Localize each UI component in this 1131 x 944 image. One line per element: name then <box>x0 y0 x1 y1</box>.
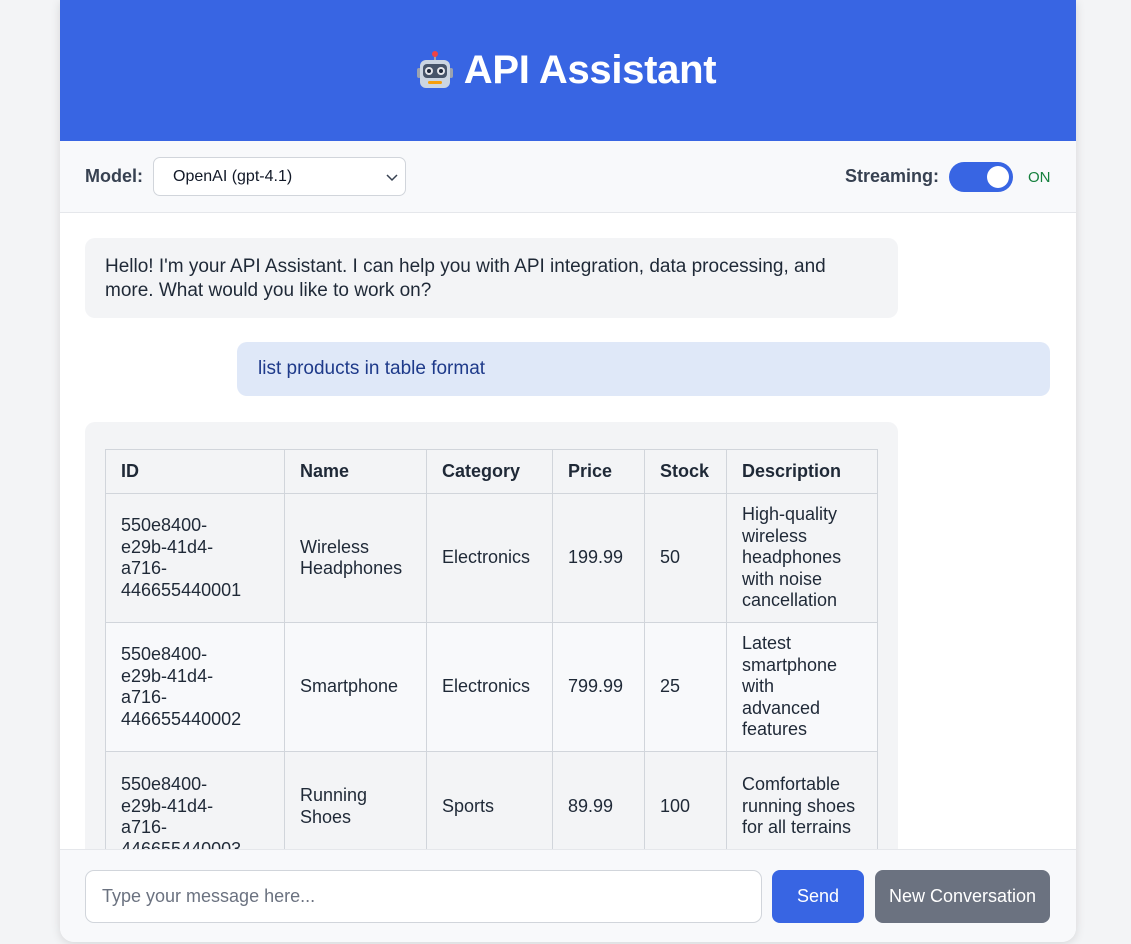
cell-line: 446655440002 <box>121 708 242 729</box>
cell-line: cancellation <box>742 590 838 611</box>
cell-description: Latest smartphone with advanced features <box>726 622 878 752</box>
model-label: Model: <box>85 166 143 186</box>
table-row: 550e8400- e29b-41d4- a716- 446655440003 … <box>105 751 878 850</box>
toggle-knob <box>987 166 1009 188</box>
cell-stock: 100 <box>644 751 727 849</box>
products-table: ID Name Category Price Stock Description… <box>105 449 878 849</box>
cell-line: features <box>742 719 808 740</box>
cell-stock: 50 <box>644 493 727 623</box>
column-header-category: Category <box>426 449 553 494</box>
cell-line: Latest <box>742 633 792 654</box>
streaming-label: Streaming: <box>845 166 940 186</box>
cell-line: e29b-41d4- <box>121 795 214 816</box>
cell-price: 89.99 <box>552 751 645 849</box>
cell-category: Electronics <box>426 493 553 623</box>
streaming-toggle[interactable] <box>949 162 1013 192</box>
assistant-message: Hello! I'm your API Assistant. I can hel… <box>85 238 898 318</box>
streaming-state: ON <box>1028 169 1051 186</box>
column-header-description: Description <box>726 449 878 494</box>
cell-id: 550e8400- e29b-41d4- a716- 446655440001 <box>105 493 285 623</box>
user-message: list products in table format <box>237 342 1050 396</box>
column-header-price: Price <box>552 449 645 494</box>
cell-id: 550e8400- e29b-41d4- a716- 446655440002 <box>105 622 285 752</box>
cell-line: Headphones <box>300 558 403 578</box>
cell-line: e29b-41d4- <box>121 536 214 557</box>
cell-line: e29b-41d4- <box>121 665 214 686</box>
cell-name: Smartphone <box>284 622 427 752</box>
cell-description: High-quality wireless headphones with no… <box>726 493 878 623</box>
cell-line: Smartphone <box>300 676 399 697</box>
robot-icon <box>416 50 454 91</box>
cell-line: 550e8400- <box>121 515 208 535</box>
cell-line: with noise <box>742 568 823 589</box>
model-select[interactable]: OpenAI (gpt-4.1) <box>153 157 406 196</box>
new-conversation-button[interactable]: New Conversation <box>875 870 1050 923</box>
cell-line: High-quality <box>742 504 838 525</box>
message-composer: Send New Conversation <box>60 849 1076 942</box>
page-title-group: API Assistant <box>416 48 717 93</box>
cell-line: a716- <box>121 558 168 578</box>
cell-price: 199.99 <box>552 493 645 623</box>
cell-line: 100 <box>660 796 691 816</box>
message-input[interactable] <box>85 870 762 923</box>
cell-line: 550e8400- <box>121 774 208 794</box>
column-header-id: ID <box>105 449 285 494</box>
send-button[interactable]: Send <box>772 870 864 923</box>
cell-name: Running Shoes <box>284 751 427 849</box>
cell-category: Sports <box>426 751 553 849</box>
cell-description: Comfortable running shoes for all terrai… <box>726 751 878 849</box>
chat-messages[interactable]: Hello! I'm your API Assistant. I can hel… <box>60 213 1076 849</box>
table-header-row: ID Name Category Price Stock Description <box>105 449 878 494</box>
cell-id: 550e8400- e29b-41d4- a716- 446655440003 <box>105 751 285 850</box>
cell-line: 89.99 <box>568 796 614 816</box>
cell-line: 446655440001 <box>121 579 242 600</box>
cell-line: advanced <box>742 697 821 718</box>
cell-line: headphones <box>742 547 842 568</box>
cell-line: Comfortable <box>742 774 841 794</box>
cell-line: with <box>742 676 775 697</box>
model-select-value: OpenAI (gpt-4.1) <box>173 168 293 185</box>
cell-line: wireless <box>742 525 808 546</box>
cell-line: Shoes <box>300 806 352 827</box>
column-header-stock: Stock <box>644 449 727 494</box>
cell-name: Wireless Headphones <box>284 493 427 623</box>
cell-line: Running <box>300 785 368 805</box>
cell-line: a716- <box>121 817 168 837</box>
cell-stock: 25 <box>644 622 727 752</box>
cell-line: for all terrains <box>742 817 852 837</box>
column-header-name: Name <box>284 449 427 494</box>
cell-line: running shoes <box>742 795 856 816</box>
cell-line: 550e8400- <box>121 644 208 664</box>
cell-line: 446655440003 <box>121 838 242 850</box>
chevron-down-icon <box>386 174 398 182</box>
page-title: API Assistant <box>463 48 717 92</box>
table-row: 550e8400- e29b-41d4- a716- 446655440002 … <box>105 622 878 752</box>
header: API Assistant <box>60 0 1076 141</box>
settings-toolbar: Model: OpenAI (gpt-4.1) Streaming: ON <box>60 141 1076 213</box>
app-window: API Assistant Model: OpenAI (gpt-4.1) St… <box>60 0 1076 942</box>
assistant-table-message: ID Name Category Price Stock Description… <box>85 422 898 849</box>
cell-line: Sports <box>442 796 495 816</box>
table-row: 550e8400- e29b-41d4- a716- 446655440001 … <box>105 493 878 623</box>
cell-category: Electronics <box>426 622 553 752</box>
cell-line: a716- <box>121 687 168 707</box>
cell-line: smartphone <box>742 654 838 675</box>
cell-line: Wireless <box>300 536 370 557</box>
cell-price: 799.99 <box>552 622 645 752</box>
